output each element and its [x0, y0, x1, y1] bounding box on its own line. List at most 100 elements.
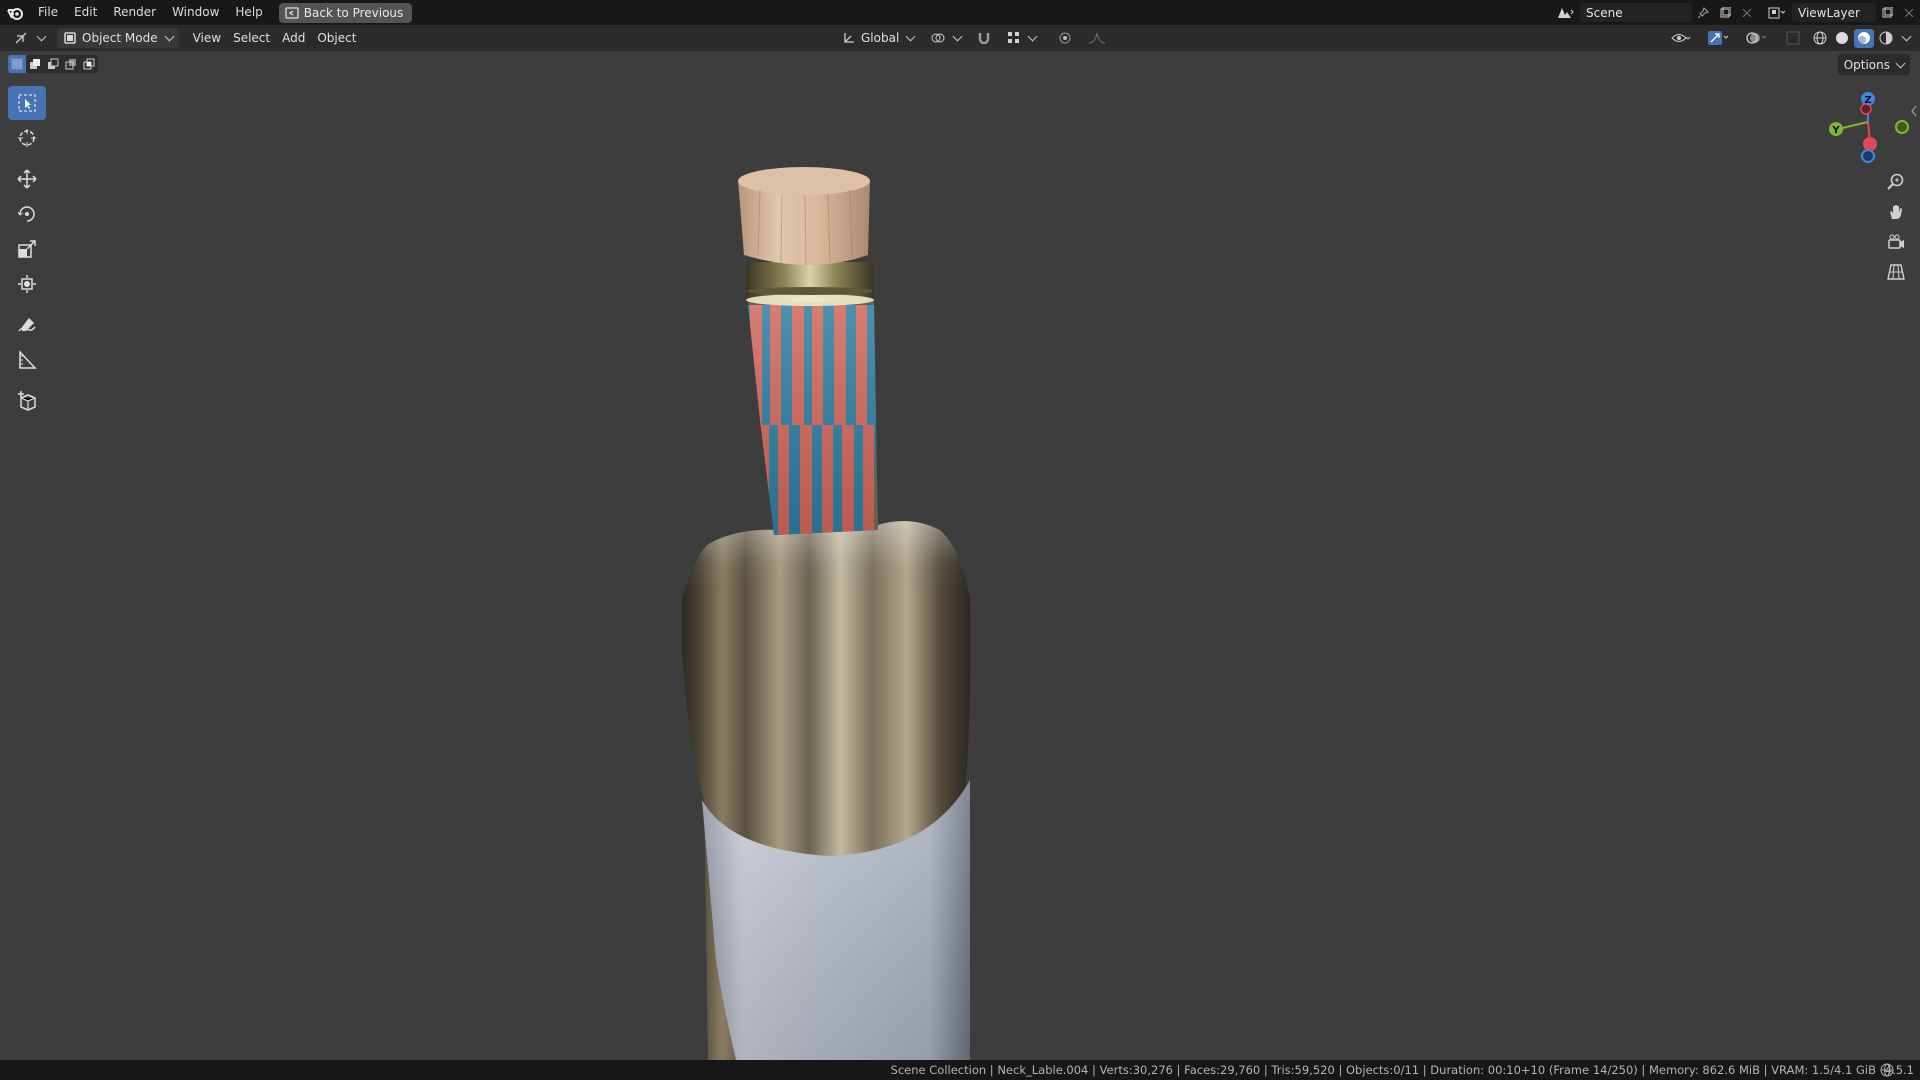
- pivot-point-dropdown[interactable]: [924, 28, 967, 48]
- viewport-header: Object Mode View Select Add Object Globa…: [0, 25, 1920, 51]
- pivot-icon: [931, 33, 945, 43]
- top-menu-bar: File Edit Render Window Help Back to Pre…: [0, 0, 1920, 25]
- axis-neg-y-handle: [1895, 120, 1909, 134]
- menu-view[interactable]: View: [187, 28, 227, 48]
- mode-dropdown[interactable]: Object Mode: [57, 28, 179, 48]
- snap-target-dropdown[interactable]: [1001, 28, 1042, 48]
- axis-neg-z-handle: [1861, 149, 1875, 163]
- select-box-icon: [18, 94, 36, 112]
- falloff-curve-icon: [1089, 32, 1106, 44]
- pan-view-button[interactable]: [1881, 198, 1911, 226]
- select-subtract-icon: [48, 58, 59, 69]
- xray-toggle[interactable]: [1782, 29, 1804, 48]
- axis-neg-x-handle: [1860, 103, 1872, 115]
- chevron-down-icon: [1901, 31, 1912, 42]
- object-mode-icon: [64, 32, 76, 44]
- select-intersect-button[interactable]: [80, 55, 98, 73]
- gizmo-toggle[interactable]: [1704, 29, 1734, 48]
- select-new-button[interactable]: [8, 55, 26, 73]
- menu-window[interactable]: Window: [164, 0, 227, 25]
- blender-logo-icon[interactable]: [0, 0, 30, 25]
- material-sphere-icon: [1858, 32, 1870, 44]
- measure-tool[interactable]: [8, 343, 46, 377]
- sidebar-expand-arrow-icon[interactable]: [1910, 104, 1918, 118]
- select-intersect-icon: [83, 58, 95, 70]
- chevron-down-icon: [1895, 58, 1906, 68]
- menu-object[interactable]: Object: [311, 28, 362, 48]
- options-dropdown[interactable]: Options: [1837, 54, 1910, 75]
- rendered-shading-button[interactable]: [1876, 29, 1896, 48]
- chevron-down-icon: [905, 31, 916, 42]
- snap-grid-icon: [1008, 32, 1020, 43]
- annotate-tool[interactable]: [8, 308, 46, 342]
- xray-icon: [1786, 31, 1800, 45]
- solid-shading-button[interactable]: [1832, 29, 1852, 48]
- back-to-previous-label: Back to Previous: [303, 5, 404, 20]
- editor-type-dropdown[interactable]: [8, 28, 51, 48]
- status-bar: Scene Collection | Neck_Lable.004 | Vert…: [0, 1060, 1920, 1080]
- neck-label: [748, 305, 876, 535]
- scale-tool[interactable]: [8, 232, 46, 266]
- scene-selector-icon[interactable]: [1554, 3, 1576, 22]
- falloff-dropdown[interactable]: [1082, 28, 1112, 48]
- delete-view-layer-icon[interactable]: [1898, 3, 1920, 22]
- add-cube-tool[interactable]: [8, 384, 46, 418]
- select-difference-button[interactable]: [62, 55, 80, 73]
- wireframe-shading-button[interactable]: [1810, 29, 1830, 48]
- magnet-icon: [979, 33, 990, 45]
- delete-scene-icon[interactable]: [1736, 3, 1758, 22]
- transform-icon: [18, 275, 36, 293]
- axis-y-label: Y: [1831, 125, 1840, 136]
- transform-orientation-dropdown[interactable]: Global: [836, 28, 920, 48]
- rotate-icon: [17, 206, 35, 222]
- menu-select[interactable]: Select: [227, 28, 276, 48]
- select-box-tool[interactable]: [8, 86, 46, 120]
- back-to-previous-button[interactable]: Back to Previous: [278, 2, 413, 23]
- orientation-label: Global: [861, 31, 900, 45]
- snap-toggle[interactable]: [971, 28, 997, 48]
- pencil-annotate-icon: [18, 318, 36, 332]
- proportional-editing-toggle[interactable]: [1052, 28, 1078, 48]
- view-layer-name: ViewLayer: [1798, 5, 1860, 20]
- scene-name-field[interactable]: Scene: [1580, 3, 1692, 22]
- move-tool[interactable]: [8, 162, 46, 196]
- overlays-toggle[interactable]: [1742, 29, 1772, 48]
- select-extend-button[interactable]: [26, 55, 44, 73]
- shading-options-dropdown[interactable]: [1898, 29, 1912, 48]
- select-extend-icon: [30, 59, 40, 69]
- navigation-gizmo[interactable]: Z Y: [1808, 86, 1914, 166]
- view-layer-selector-icon[interactable]: [1766, 3, 1788, 22]
- menu-edit[interactable]: Edit: [66, 0, 105, 25]
- proportional-editing-icon: [1059, 32, 1071, 44]
- mode-label: Object Mode: [82, 31, 158, 45]
- toggle-perspective-button[interactable]: [1881, 258, 1911, 286]
- chevron-down-icon: [1027, 31, 1038, 42]
- cursor-tool[interactable]: [8, 121, 46, 155]
- select-subtract-button[interactable]: [44, 55, 62, 73]
- menu-file[interactable]: File: [30, 0, 66, 25]
- material-preview-shading-button[interactable]: [1854, 28, 1874, 48]
- eye-icon: [1671, 34, 1691, 42]
- options-label: Options: [1843, 57, 1890, 72]
- camera-view-button[interactable]: [1881, 228, 1911, 256]
- camera-icon: [1888, 234, 1904, 249]
- menu-add[interactable]: Add: [276, 28, 311, 48]
- chevron-down-icon: [952, 31, 963, 42]
- selection-mode-group: [8, 55, 98, 73]
- object-visibility-dropdown[interactable]: [1666, 29, 1696, 48]
- menu-help[interactable]: Help: [227, 0, 270, 25]
- magnifier-zoom-icon: [1887, 173, 1904, 190]
- view-layer-field[interactable]: ViewLayer: [1792, 3, 1876, 22]
- menu-render[interactable]: Render: [105, 0, 164, 25]
- cursor-crosshair-icon: [18, 129, 36, 147]
- viewport-3d[interactable]: [0, 0, 1920, 1060]
- pin-scene-icon[interactable]: [1692, 3, 1714, 22]
- add-cube-icon: [18, 391, 36, 411]
- rendered-sphere-icon: [1879, 31, 1893, 45]
- scene-name: Scene: [1586, 5, 1623, 20]
- new-scene-icon[interactable]: [1714, 3, 1736, 22]
- zoom-view-button[interactable]: [1881, 168, 1911, 196]
- new-view-layer-icon[interactable]: [1876, 3, 1898, 22]
- transform-tool[interactable]: [8, 267, 46, 301]
- rotate-tool[interactable]: [8, 197, 46, 231]
